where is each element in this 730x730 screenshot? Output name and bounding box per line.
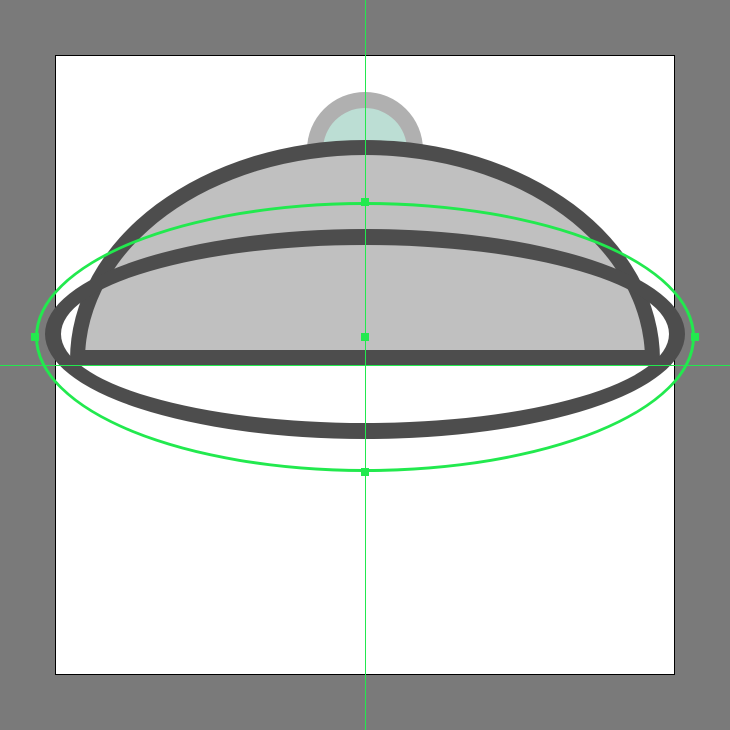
anchor-right[interactable]: [691, 333, 699, 341]
anchor-top[interactable]: [361, 198, 369, 206]
horizontal-guide[interactable]: [0, 365, 730, 366]
anchor-left[interactable]: [31, 333, 39, 341]
anchor-center[interactable]: [361, 333, 369, 341]
anchor-bottom[interactable]: [361, 468, 369, 476]
editor-canvas[interactable]: [0, 0, 730, 730]
